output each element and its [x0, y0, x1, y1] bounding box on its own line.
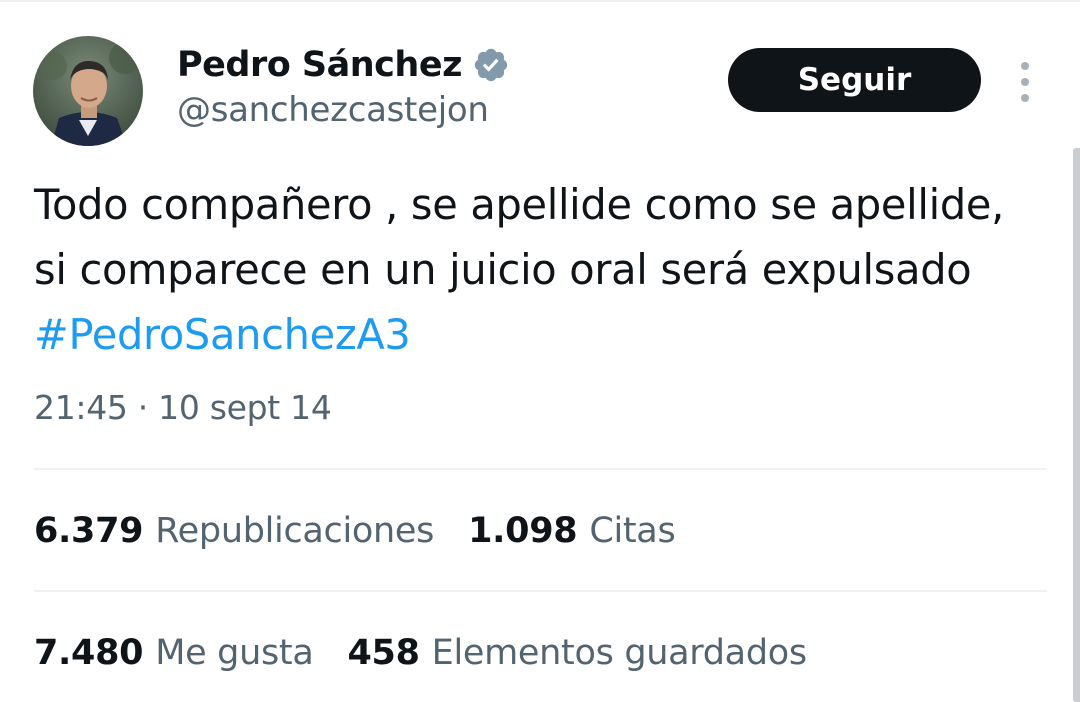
- reposts-stat[interactable]: 6.379 Republicaciones: [34, 511, 434, 551]
- divider: [34, 590, 1047, 592]
- tweet-body: Todo compañero , se apellide como se ape…: [34, 180, 1005, 294]
- avatar[interactable]: [33, 36, 143, 146]
- quotes-count: 1.098: [468, 511, 578, 551]
- author-name-row: Pedro Sánchez: [177, 42, 510, 88]
- bookmarks-stat[interactable]: 458 Elementos guardados: [347, 633, 807, 673]
- likes-stat[interactable]: 7.480 Me gusta: [34, 633, 314, 673]
- likes-label: Me gusta: [155, 633, 314, 673]
- top-divider: [0, 0, 1080, 2]
- stats-row-2: 7.480 Me gusta 458 Elementos guardados: [34, 633, 841, 673]
- stats-row-1: 6.379 Republicaciones 1.098 Citas: [34, 511, 709, 551]
- likes-count: 7.480: [34, 633, 144, 673]
- quotes-stat[interactable]: 1.098 Citas: [468, 511, 676, 551]
- reposts-label: Republicaciones: [155, 511, 435, 551]
- divider: [34, 468, 1047, 470]
- verified-badge-icon[interactable]: [472, 46, 510, 84]
- reposts-count: 6.379: [34, 511, 144, 551]
- bookmarks-label: Elementos guardados: [431, 633, 807, 673]
- hashtag-link[interactable]: #PedroSanchezA3: [34, 310, 411, 359]
- follow-button[interactable]: Seguir: [728, 48, 981, 112]
- author-handle[interactable]: @sanchezcastejon: [177, 90, 489, 130]
- scrollbar[interactable]: [1073, 148, 1080, 702]
- more-vertical-icon[interactable]: [1014, 62, 1036, 102]
- bookmarks-count: 458: [347, 633, 420, 673]
- tweet-timestamp[interactable]: 21:45 · 10 sept 14: [34, 388, 332, 427]
- more-dot: [1021, 62, 1029, 70]
- more-dot: [1021, 78, 1029, 86]
- more-dot: [1021, 94, 1029, 102]
- tweet-text: Todo compañero , se apellide como se ape…: [34, 172, 1044, 367]
- quotes-label: Citas: [589, 511, 676, 551]
- avatar-photo-icon: [33, 36, 143, 146]
- author-name[interactable]: Pedro Sánchez: [177, 45, 462, 85]
